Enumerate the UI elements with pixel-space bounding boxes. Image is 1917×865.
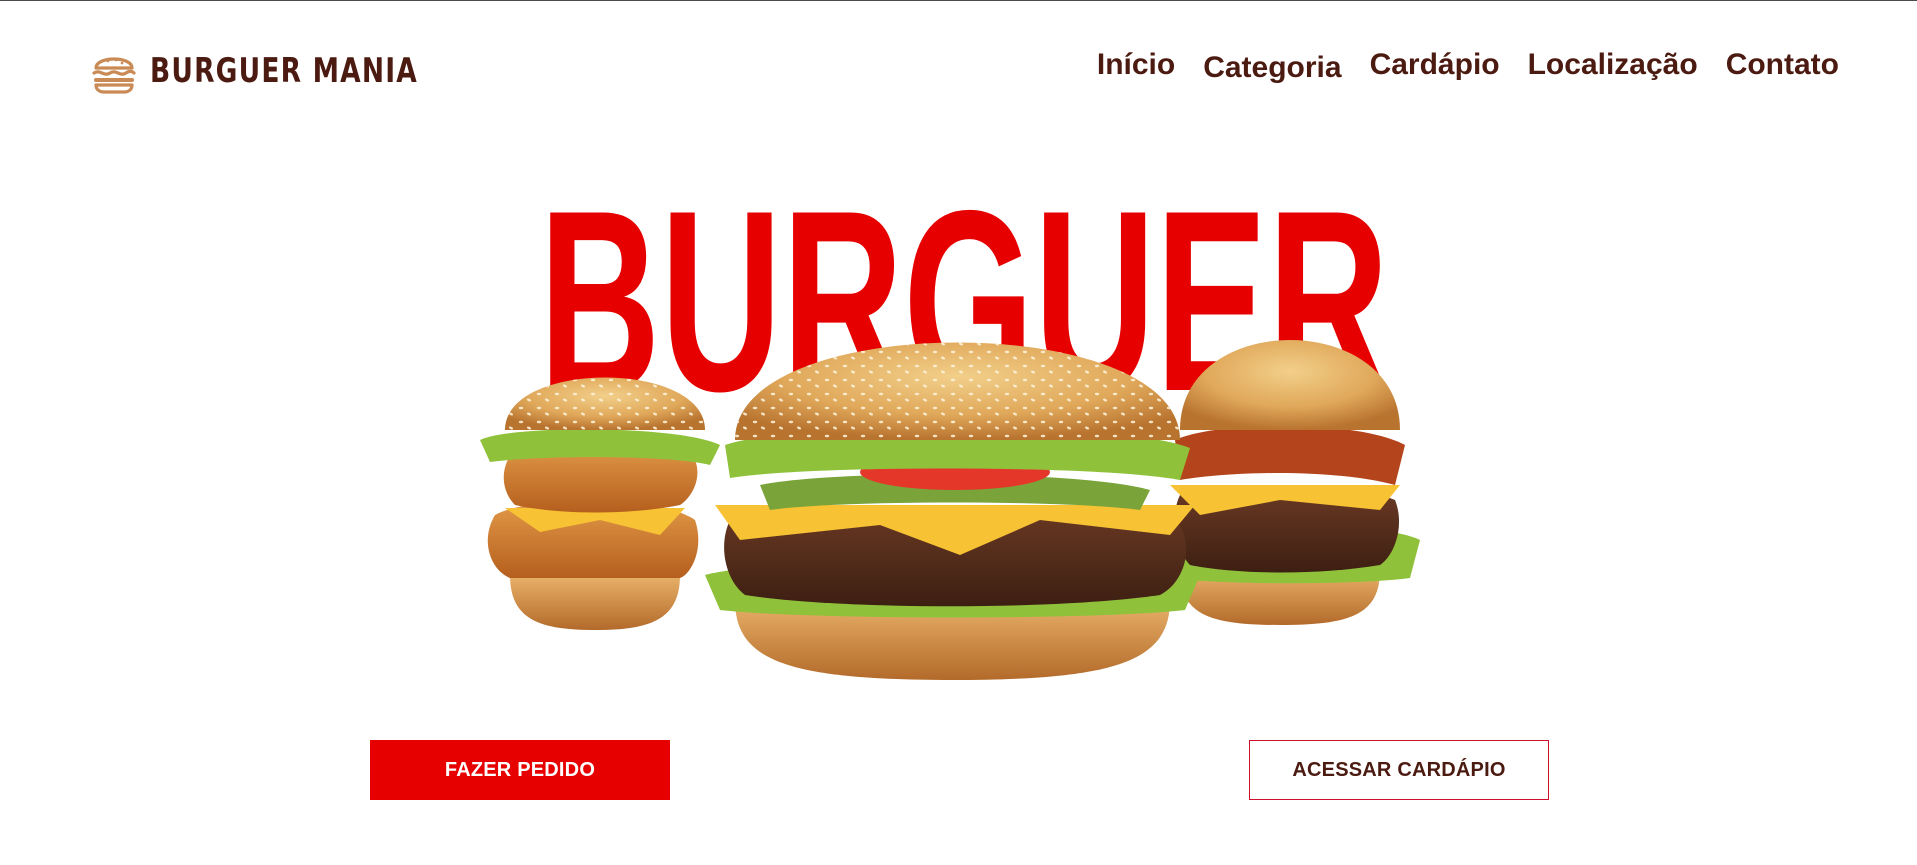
- order-button[interactable]: FAZER PEDIDO: [370, 740, 670, 800]
- landing-page: BURGUER MANIA Início Categoria Cardápio …: [0, 0, 1917, 865]
- nav-link-cardapio[interactable]: Cardápio: [1370, 48, 1500, 82]
- right-burger: [1160, 340, 1420, 625]
- burger-icon: [92, 57, 136, 94]
- main-nav: Início Categoria Cardápio Localização Co…: [1097, 48, 1839, 85]
- left-burger: [480, 377, 720, 630]
- brand-name: BURGUER MANIA: [150, 51, 418, 91]
- nav-link-categoria[interactable]: Categoria: [1203, 51, 1341, 85]
- nav-link-contato[interactable]: Contato: [1726, 48, 1839, 82]
- brand-logo[interactable]: BURGUER MANIA: [90, 48, 494, 94]
- burgers-image: [480, 340, 1420, 680]
- menu-button[interactable]: ACESSAR CARDÁPIO: [1249, 740, 1549, 800]
- top-divider: [0, 0, 1917, 1]
- nav-link-localizacao[interactable]: Localização: [1528, 48, 1698, 82]
- nav-link-inicio[interactable]: Início: [1097, 48, 1175, 82]
- center-burger: [705, 342, 1200, 680]
